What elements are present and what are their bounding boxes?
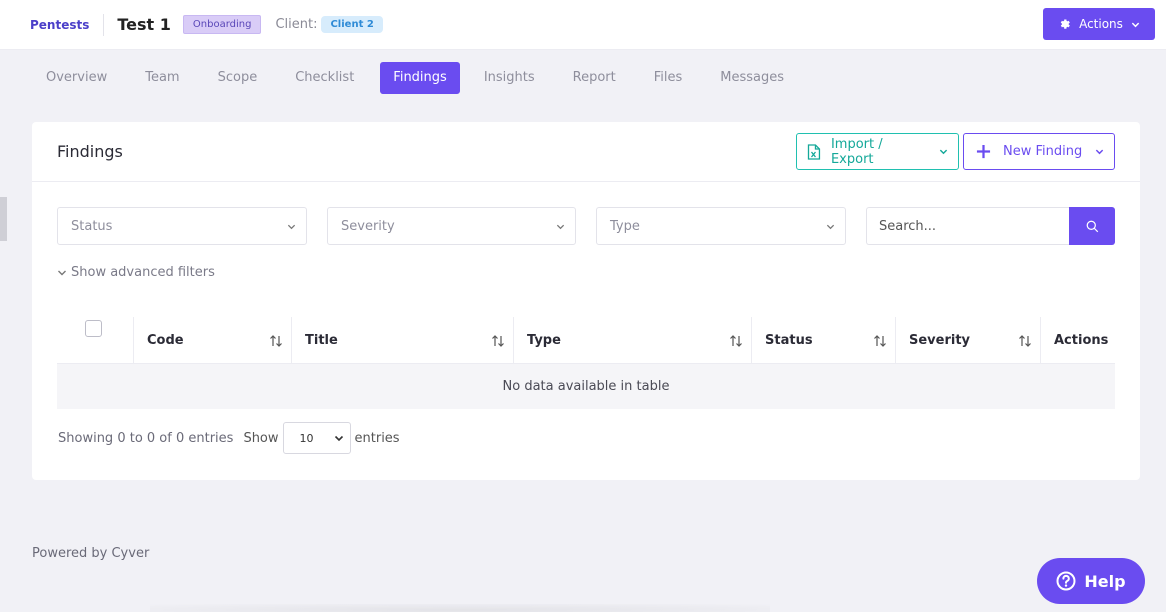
top-bar: Pentests Test 1 Onboarding Client: Clien…	[0, 0, 1166, 50]
table-header: Code Title Type Status Severity Actions	[57, 302, 1115, 364]
column-header-code[interactable]: Code	[133, 317, 291, 364]
column-header-actions: Actions	[1040, 317, 1115, 364]
sort-icon	[874, 334, 886, 347]
import-export-label: Import / Export	[830, 136, 883, 167]
chevron-down-icon	[287, 224, 296, 229]
chevron-down-icon	[939, 149, 948, 155]
show-advanced-filters-label: Show advanced filters	[71, 265, 215, 280]
tab-checklist[interactable]: Checklist	[277, 62, 372, 94]
sort-icon	[492, 334, 504, 347]
project-title: Test 1	[117, 15, 171, 34]
tab-bar: Overview Team Scope Checklist Findings I…	[28, 62, 804, 94]
column-label: Title	[305, 333, 338, 348]
empty-table-message: No data available in table	[57, 364, 1115, 409]
show-label: Show	[243, 430, 279, 446]
breadcrumb-pentests-link[interactable]: Pentests	[30, 13, 105, 36]
tab-insights[interactable]: Insights	[466, 62, 553, 94]
tab-report[interactable]: Report	[555, 62, 634, 94]
severity-filter-select[interactable]: Severity	[327, 207, 576, 245]
column-label: Actions	[1054, 333, 1109, 348]
select-all-checkbox[interactable]	[85, 320, 102, 337]
search-icon	[1086, 220, 1098, 232]
sort-icon	[1019, 334, 1031, 347]
gear-icon	[1060, 18, 1070, 29]
column-label: Type	[527, 333, 561, 348]
tab-team[interactable]: Team	[127, 62, 197, 94]
type-filter-placeholder: Type	[610, 218, 640, 234]
search-input[interactable]	[866, 207, 1070, 245]
column-label: Status	[765, 333, 813, 348]
tab-files[interactable]: Files	[636, 62, 701, 94]
plus-icon	[976, 144, 991, 159]
status-filter-select[interactable]: Status	[57, 207, 307, 245]
sort-icon	[730, 334, 742, 347]
new-finding-label: New Finding	[1003, 144, 1083, 159]
chevron-down-icon	[1095, 149, 1104, 155]
show-advanced-filters-link[interactable]: Show advanced filters	[57, 265, 215, 280]
new-finding-button[interactable]: New Finding	[963, 133, 1115, 170]
card-title: Findings	[57, 142, 123, 161]
findings-card: Findings Import / Export New Finding Sta…	[32, 122, 1140, 480]
column-label: Severity	[909, 333, 971, 348]
actions-button[interactable]: Actions	[1043, 8, 1155, 40]
severity-filter-placeholder: Severity	[341, 218, 395, 234]
bottom-shadow	[150, 604, 770, 612]
page-length-value: 10	[299, 431, 314, 445]
showing-entries-text: Showing 0 to 0 of 0 entries	[58, 430, 234, 446]
client-badge[interactable]: Client 2	[321, 16, 383, 33]
type-filter-select[interactable]: Type	[596, 207, 846, 245]
actions-button-label: Actions	[1079, 17, 1123, 31]
excel-file-icon	[807, 143, 821, 160]
sort-icon	[270, 334, 282, 347]
search-button[interactable]	[1069, 207, 1115, 245]
column-label: Code	[147, 333, 184, 348]
chevron-down-icon	[826, 224, 835, 229]
column-header-status[interactable]: Status	[751, 317, 895, 364]
card-header: Findings Import / Export New Finding	[32, 122, 1140, 182]
status-filter-placeholder: Status	[71, 218, 113, 234]
help-button-label: Help	[1084, 571, 1126, 591]
tab-overview[interactable]: Overview	[28, 62, 125, 94]
chevron-down-icon	[556, 224, 565, 229]
column-header-type[interactable]: Type	[513, 317, 751, 364]
sidebar-toggle-handle[interactable]	[0, 197, 7, 241]
chevron-down-icon	[1131, 22, 1140, 27]
tab-messages[interactable]: Messages	[702, 62, 802, 94]
powered-by-text: Powered by Cyver	[32, 546, 150, 561]
table-info-bar: Showing 0 to 0 of 0 entries Show 10 entr…	[58, 422, 400, 454]
tab-scope[interactable]: Scope	[200, 62, 276, 94]
import-export-button[interactable]: Import / Export	[796, 133, 959, 170]
chevron-down-icon	[58, 270, 66, 275]
question-circle-icon	[1056, 571, 1076, 591]
column-header-severity[interactable]: Severity	[895, 317, 1040, 364]
page-length-select[interactable]: 10	[282, 422, 351, 454]
chevron-down-icon	[334, 435, 343, 442]
findings-table: Code Title Type Status Severity Actions …	[57, 302, 1115, 409]
help-button[interactable]: Help	[1037, 558, 1145, 604]
status-badge: Onboarding	[182, 15, 262, 34]
entries-label: entries	[354, 430, 400, 446]
column-header-title[interactable]: Title	[291, 317, 513, 364]
client-label: Client:	[275, 17, 318, 32]
tab-findings[interactable]: Findings	[380, 62, 460, 94]
